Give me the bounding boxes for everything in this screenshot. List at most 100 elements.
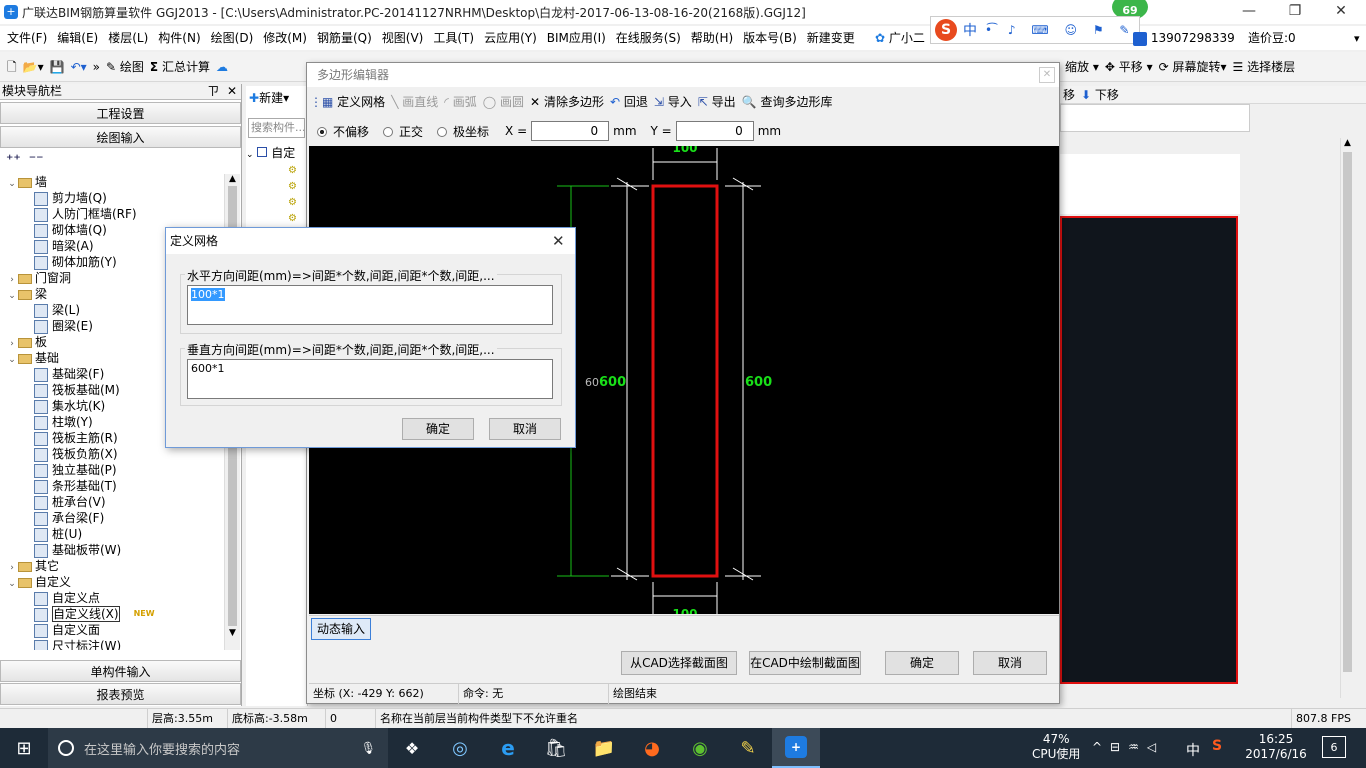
tree-item[interactable]: 自定义线(X) NEW [0, 606, 224, 622]
component-search-input[interactable]: 搜索构件... [248, 118, 305, 138]
section-rectangle[interactable] [651, 184, 719, 578]
start-button[interactable]: ⊞ [0, 728, 48, 768]
cad-canvas[interactable] [1060, 216, 1238, 684]
menu-item-10[interactable]: BIM应用(I) [542, 26, 611, 50]
menu-item-6[interactable]: 钢筋量(Q) [312, 26, 377, 50]
open-folder-icon[interactable]: 📂▾ [20, 54, 47, 80]
panel-close-icon[interactable]: ✕ [227, 84, 237, 98]
price-bean[interactable]: 造价豆:0 [1243, 26, 1301, 50]
sogou-app-icon[interactable]: ◕ [628, 728, 676, 768]
define-grid-button[interactable]: ⋮▦ 定义网格 [307, 89, 388, 115]
menu-item-8[interactable]: 工具(T) [428, 26, 479, 50]
tree-item[interactable]: 筏板负筋(X) [0, 446, 224, 462]
tray-sogou-icon[interactable]: S [1212, 738, 1222, 754]
cad-draw-button[interactable]: 在CAD中绘制截面图 [749, 651, 861, 675]
tray-icons[interactable]: ^⊟♒◁ [1092, 740, 1164, 754]
tree-folder[interactable]: › 其它 [0, 558, 224, 574]
scroll-down-icon[interactable]: ▼ [225, 628, 240, 638]
undo-button[interactable]: ↶ 回退 [607, 89, 651, 115]
menu-item-5[interactable]: 修改(M) [258, 26, 312, 50]
x-input[interactable]: 0 [531, 121, 610, 141]
menu-item-12[interactable]: 帮助(H) [686, 26, 738, 50]
move-button[interactable]: 移 [1060, 86, 1078, 104]
menu-item-4[interactable]: 绘图(D) [206, 26, 259, 50]
component-tree-root[interactable]: ⌄ 自定 [246, 144, 307, 161]
single-component-button[interactable]: 单构件输入 [0, 660, 241, 682]
cpu-usage[interactable]: 47% CPU使用 [1032, 732, 1080, 762]
glodon-app-icon[interactable]: + [772, 728, 820, 768]
tree-item[interactable]: 人防门框墙(RF) [0, 206, 224, 222]
menu-item-13[interactable]: 版本号(B) [738, 26, 802, 50]
polygon-ok-button[interactable]: 确定 [885, 651, 959, 675]
tree-item[interactable]: 独立基础(P) [0, 462, 224, 478]
store-icon[interactable]: 🛍 [532, 728, 580, 768]
pan-button[interactable]: ✥ 平移 ▾ [1102, 54, 1156, 80]
save-icon[interactable]: 💾 [47, 54, 68, 80]
menu-item-3[interactable]: 构件(N) [153, 26, 205, 50]
query-library-button[interactable]: 🔍 查询多边形库 [739, 89, 836, 115]
notes-icon[interactable]: ✎ [724, 728, 772, 768]
undo-icon[interactable]: ↶▾ [68, 54, 90, 80]
component-items[interactable]: ⚙ ⚙ ⚙ ⚙ [288, 163, 307, 227]
cad-select-button[interactable]: 从CAD选择截面图 [621, 651, 737, 675]
draw-line-button[interactable]: ╲ 画直线 [388, 89, 441, 115]
tree-item[interactable]: 剪力墙(Q) [0, 190, 224, 206]
dynamic-input-button[interactable]: 动态输入 [311, 618, 371, 640]
draw-circle-button[interactable]: ◯ 画圆 [480, 89, 527, 115]
tree-item[interactable]: 承台梁(F) [0, 510, 224, 526]
project-settings-button[interactable]: 工程设置 [0, 102, 241, 124]
menu-item-14[interactable]: 新建变更 [802, 26, 860, 50]
clear-polygon-button[interactable]: ✕ 清除多边形 [527, 89, 607, 115]
tree-item[interactable]: 自定义点 [0, 590, 224, 606]
ime-tools-icon[interactable]: •͡ ♪ ⌨ ☺ ⚑ ✎ [985, 23, 1135, 37]
ime-toolbar[interactable]: S 中 •͡ ♪ ⌨ ☺ ⚑ ✎ [930, 16, 1141, 44]
menu-item-7[interactable]: 视图(V) [377, 26, 429, 50]
polygon-cancel-button[interactable]: 取消 [973, 651, 1047, 675]
y-input[interactable]: 0 [675, 121, 754, 141]
tree-item[interactable]: 基础板带(W) [0, 542, 224, 558]
clock[interactable]: 16:25 2017/6/16 [1244, 732, 1308, 762]
menu-item-2[interactable]: 楼层(L) [103, 26, 153, 50]
zoom-button[interactable]: 缩放 ▾ [1062, 54, 1102, 80]
toolbar-more-icon[interactable]: » [90, 54, 103, 80]
restore-icon[interactable]: ❐ [1272, 0, 1318, 24]
grid-ok-button[interactable]: 确定 [402, 418, 474, 440]
grid-cancel-button[interactable]: 取消 [489, 418, 561, 440]
browser-360-icon[interactable]: ◉ [676, 728, 724, 768]
pin-icon[interactable]: ㄗ [207, 84, 219, 98]
app-icon-spiral[interactable]: ◎ [436, 728, 484, 768]
import-button[interactable]: ⇲ 导入 [651, 89, 695, 115]
draw-input-button[interactable]: 绘图输入 [0, 126, 241, 148]
cloud-check-icon[interactable]: ☁ [213, 54, 231, 80]
polygon-close-icon[interactable]: ✕ [1039, 67, 1055, 83]
tree-folder[interactable]: ⌄ 墙 [0, 174, 224, 190]
menu-expand-icon[interactable]: ▾ [1354, 32, 1360, 45]
tree-item[interactable]: 桩承台(V) [0, 494, 224, 510]
select-floor-button[interactable]: ☰ 选择楼层 [1230, 54, 1299, 80]
explorer-icon[interactable]: 📁 [580, 728, 628, 768]
tree-item[interactable]: 尺寸标注(W) [0, 638, 224, 650]
user-account[interactable]: 13907298339 [1128, 26, 1240, 50]
new-component-button[interactable]: ✚新建▾ [246, 86, 307, 110]
scroll-up-icon[interactable]: ▲ [225, 174, 240, 184]
tray-ime[interactable]: 中 [1186, 740, 1200, 760]
menu-item-1[interactable]: 编辑(E) [52, 26, 103, 50]
grid-close-icon[interactable]: ✕ [552, 228, 565, 254]
report-preview-button[interactable]: 报表预览 [0, 683, 241, 705]
snap-none-option[interactable]: 不偏移 [317, 123, 369, 140]
vertical-spacing-input[interactable]: 600*1 [187, 359, 553, 399]
edge-icon[interactable]: e [484, 728, 532, 768]
snap-polar-option[interactable]: 极坐标 [437, 123, 489, 140]
move-down-button[interactable]: ⬇ 下移 [1078, 86, 1122, 104]
menu-item-9[interactable]: 云应用(Y) [479, 26, 542, 50]
taskbar-search[interactable]: 在这里输入你要搜索的内容 🎙 [48, 728, 388, 768]
sum-calc-button[interactable]: Σ 汇总计算 [147, 54, 213, 80]
close-icon[interactable]: ✕ [1318, 0, 1364, 24]
expand-all-icon[interactable]: ⁺⁺ [6, 152, 21, 168]
notification-icon[interactable]: 6 [1322, 736, 1346, 758]
xiaoer-button[interactable]: ✿ 广小二 [870, 26, 930, 50]
right-scrollbar[interactable]: ▲ [1340, 138, 1354, 698]
minimize-icon[interactable]: — [1226, 0, 1272, 24]
menu-item-0[interactable]: 文件(F) [2, 26, 52, 50]
tree-item[interactable]: 桩(U) [0, 526, 224, 542]
